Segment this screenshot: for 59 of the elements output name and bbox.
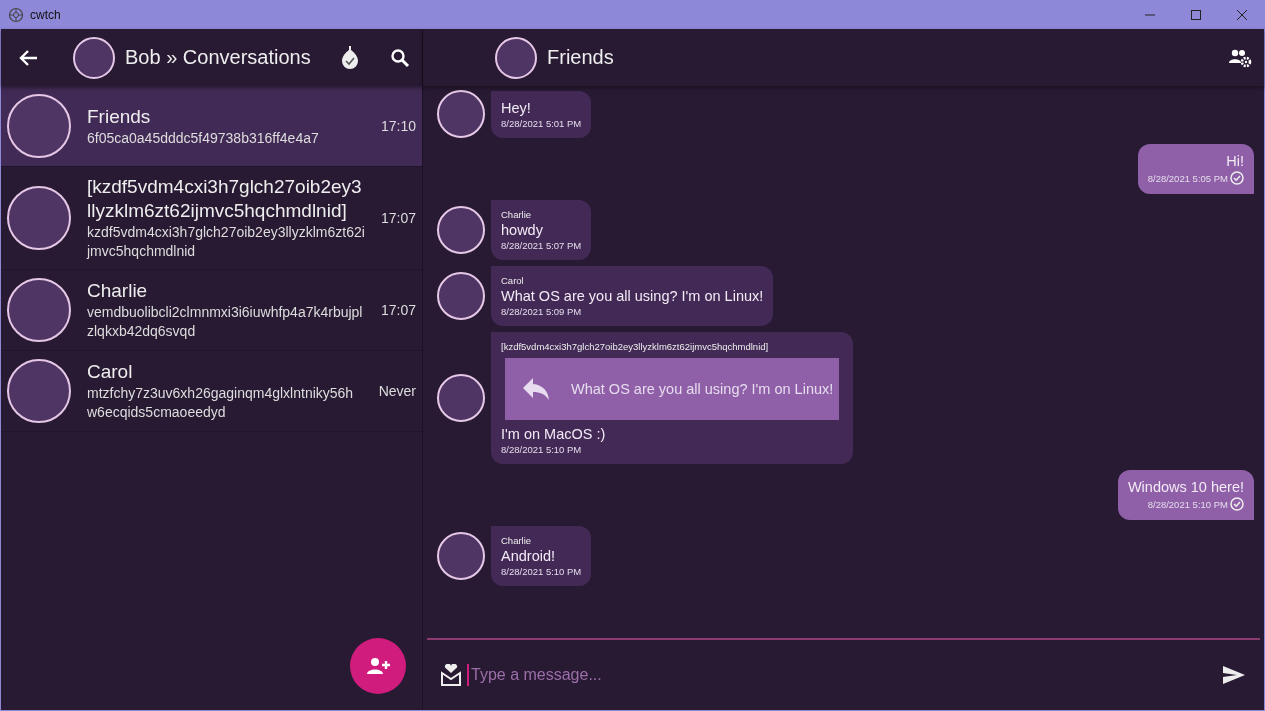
last-message-time: Never (378, 383, 416, 399)
onion-icon[interactable] (340, 45, 360, 70)
add-contact-button[interactable] (350, 638, 406, 694)
sender-avatar (437, 90, 485, 138)
close-icon (1236, 8, 1248, 21)
message-time: 8/28/2021 5:10 PM (1147, 498, 1228, 510)
contact-address: kzdf5vdm4cxi3h7glch27oib2ey3llyzklm6zt62ijmvc5hqchmdlnid (87, 223, 365, 261)
message-time: 8/28/2021 5:01 PM (501, 117, 582, 129)
message-time: 8/28/2021 5:05 PM (1147, 172, 1228, 184)
app-logo-icon (8, 6, 24, 23)
message-input[interactable]: Type a message... (467, 664, 1212, 686)
envelope-heart-icon[interactable] (441, 664, 461, 686)
group-avatar (495, 36, 537, 79)
send-icon (1222, 665, 1246, 685)
last-message-time: 17:10 (380, 118, 416, 134)
add-person-icon (366, 656, 390, 676)
last-message-time: 17:07 (380, 302, 416, 318)
message-text: Hey! (501, 99, 532, 116)
contact-address: mtzfchy7z3uv6xh26gaginqm4glxlntniky56hw6ecqids5cmaoeedyd (87, 384, 355, 422)
profile-avatar[interactable] (73, 36, 115, 79)
sender-name: Charlie (501, 535, 533, 546)
contact-avatar (7, 278, 71, 342)
maximize-icon (1190, 8, 1202, 21)
sender-avatar (437, 272, 485, 320)
quoted-message[interactable]: What OS are you all using? I'm on Linux! (505, 358, 840, 420)
contact-address: 6f05ca0a45dddc5f49738b316ff4e4a7 (87, 128, 320, 148)
message-time: 8/28/2021 5:07 PM (501, 240, 582, 251)
message-text: Hi! (1226, 153, 1244, 169)
window-title: cwtch (30, 7, 61, 22)
people-gear-icon (1228, 47, 1252, 68)
contact-name: Charlie (87, 279, 149, 303)
message-time: 8/28/2021 5:09 PM (501, 306, 583, 317)
sender-name: Charlie (501, 209, 533, 220)
contact-name: [kzdf5vdm4cxi3h7glch27oib2ey3llyzklm6zt62ijmvc5hqchmdlnid] (87, 175, 363, 223)
back-arrow-icon (19, 47, 39, 68)
contact-avatar (7, 359, 71, 423)
sender-avatar (437, 374, 485, 422)
reply-icon (523, 378, 549, 400)
message-text: Windows 10 here! (1127, 479, 1244, 495)
message-text: I'm on MacOS :) (501, 426, 607, 442)
sender-name: [kzdf5vdm4cxi3h7glch27oib2ey3llyzklm6zt62ijmvc5hqchmdlnid] (501, 341, 770, 352)
message-text: howdy (501, 222, 544, 238)
sender-avatar (437, 532, 485, 580)
message-time: 8/28/2021 5:10 PM (501, 566, 582, 577)
message-text: What OS are you all using? I'm on Linux! (501, 288, 764, 304)
profile-title: Bob » Conversations (125, 46, 312, 69)
message-text: Android! (501, 548, 556, 564)
sender-name: Carol (501, 275, 525, 286)
search-icon (390, 47, 410, 68)
contact-name: Friends (87, 104, 152, 129)
last-message-time: 17:07 (380, 210, 416, 226)
contact-name: Carol (87, 360, 134, 384)
contact-avatar (7, 186, 71, 250)
sender-avatar (437, 206, 485, 254)
chat-title: Friends (547, 46, 615, 69)
contact-address: vemdbuolibcli2clmnmxi3i6iuwhfp4a7k4rbujplzlqkxb42dq6svqd (87, 303, 364, 341)
conversation-item[interactable]: Friends 6f05ca0a45dddc5f49738b316ff4e4a7 17:10 (1, 86, 422, 167)
message-time: 8/28/2021 5:10 PM (501, 444, 583, 455)
quoted-text: What OS are you all using? I'm on Linux! (571, 381, 834, 397)
